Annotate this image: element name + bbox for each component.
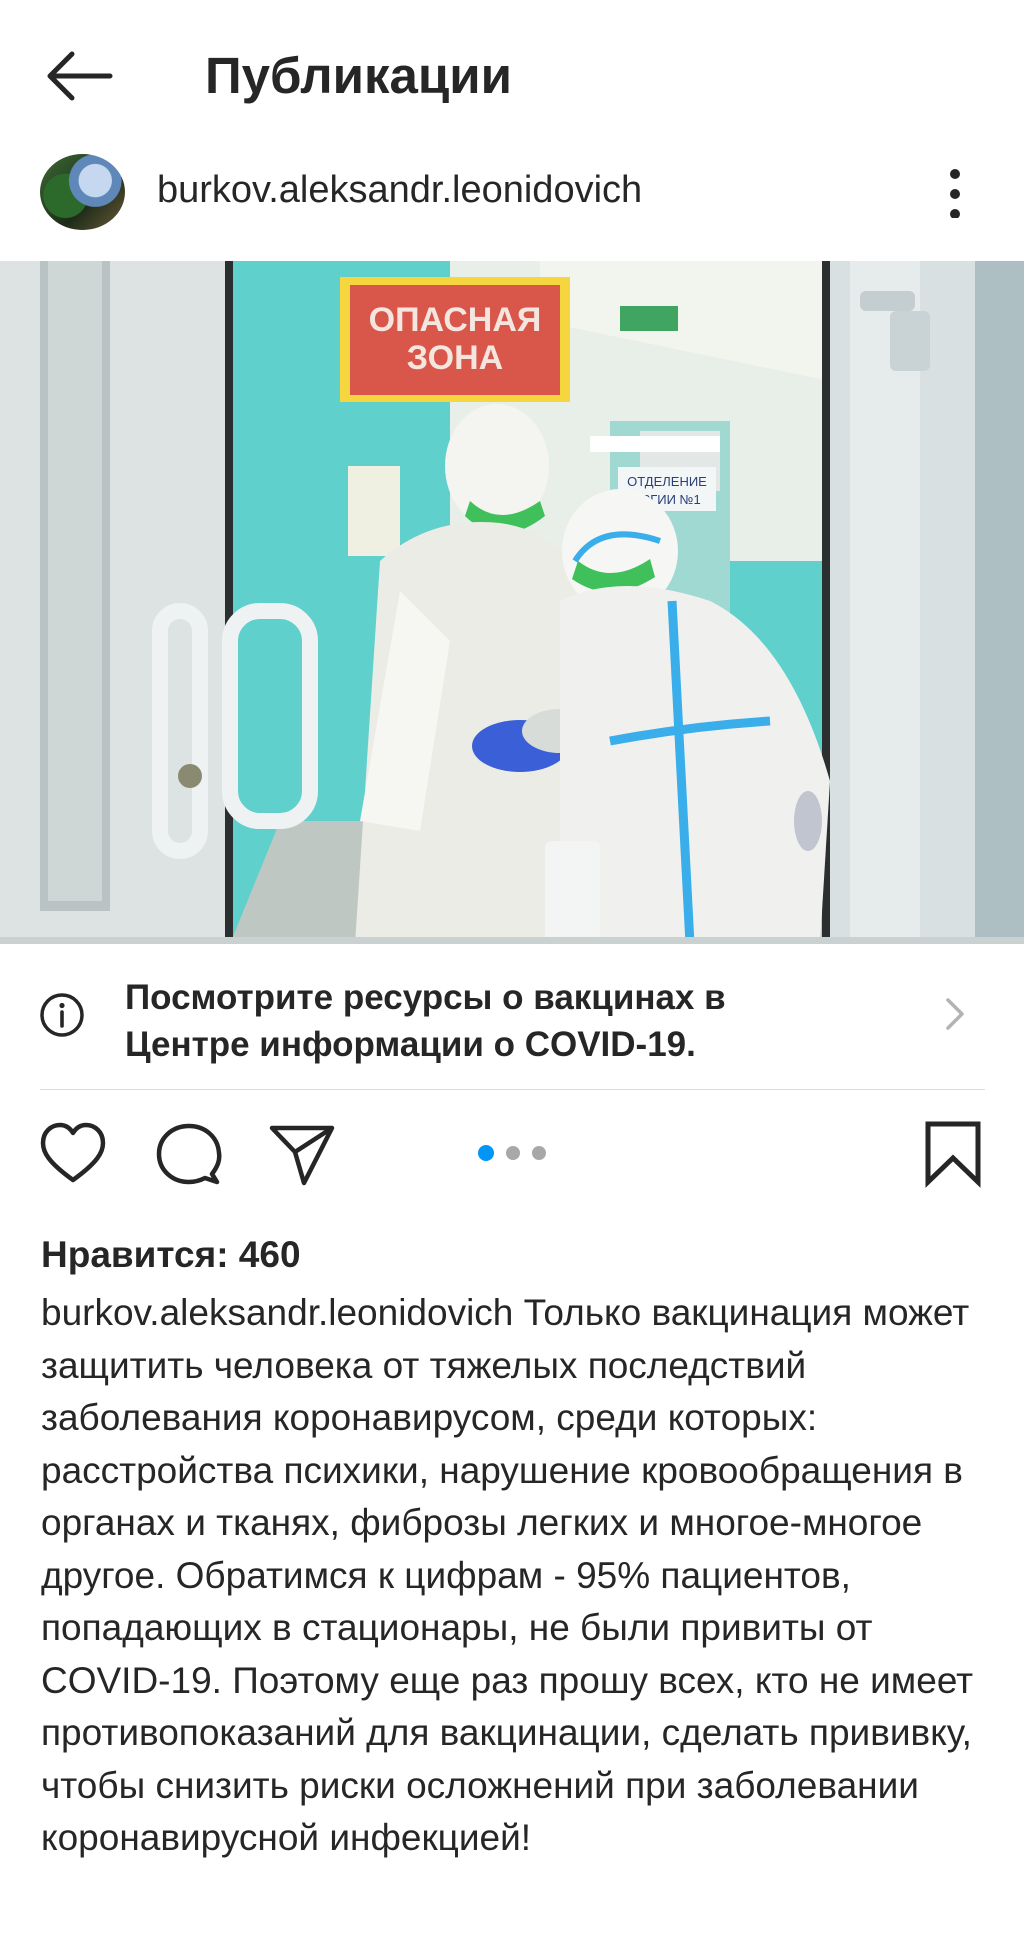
svg-text:ОПАСНАЯ: ОПАСНАЯ <box>369 301 542 339</box>
post-caption: burkov.aleksandr.leonidovich Только вакц… <box>41 1287 996 1865</box>
paper-plane-icon <box>269 1125 335 1186</box>
carousel-dot-active <box>478 1145 494 1161</box>
more-options-button[interactable] <box>930 158 980 219</box>
carousel-indicator <box>478 1145 558 1162</box>
top-bar: Публикации <box>0 0 1024 150</box>
like-button[interactable] <box>38 1120 108 1190</box>
post-author-username[interactable]: burkov.aleksandr.leonidovich <box>157 166 642 214</box>
svg-text:ОТДЕЛЕНИЕ: ОТДЕЛЕНИЕ <box>627 474 707 489</box>
carousel-dot <box>506 1146 520 1160</box>
covid-info-banner[interactable]: Посмотрите ресурсы о вакцинах в Центре и… <box>0 944 1024 1090</box>
caption-text: Только вакцинация может защитить человек… <box>41 1292 974 1858</box>
post-header: burkov.aleksandr.leonidovich <box>0 150 1024 260</box>
save-button[interactable] <box>918 1120 988 1190</box>
share-button[interactable] <box>268 1120 338 1190</box>
chevron-right-icon <box>946 998 964 1030</box>
comment-bubble-icon <box>156 1123 222 1185</box>
back-button[interactable] <box>40 40 120 112</box>
caption-author-username[interactable]: burkov.aleksandr.leonidovich <box>41 1292 513 1333</box>
post-photo[interactable]: ОПАСНАЯ ЗОНА ОТДЕЛЕНИЕ УРГИИ №1 <box>0 261 1024 944</box>
carousel-dot <box>532 1146 546 1160</box>
hospital-photo-illustration: ОПАСНАЯ ЗОНА ОТДЕЛЕНИЕ УРГИИ №1 <box>0 261 1024 944</box>
page-title: Публикации <box>205 47 512 104</box>
comment-button[interactable] <box>154 1120 224 1190</box>
heart-icon <box>40 1122 106 1183</box>
arrow-left-icon <box>47 51 113 101</box>
avatar[interactable] <box>40 154 125 230</box>
divider <box>40 1089 985 1090</box>
info-circle-icon <box>40 993 84 1037</box>
post-action-bar <box>0 1120 1024 1200</box>
likes-count[interactable]: Нравится: 460 <box>41 1230 301 1280</box>
bookmark-icon <box>925 1121 981 1188</box>
vertical-ellipsis-icon <box>950 169 960 219</box>
svg-text:ЗОНА: ЗОНА <box>407 339 503 377</box>
covid-info-text: Посмотрите ресурсы о вакцинах в Центре и… <box>125 978 726 1064</box>
